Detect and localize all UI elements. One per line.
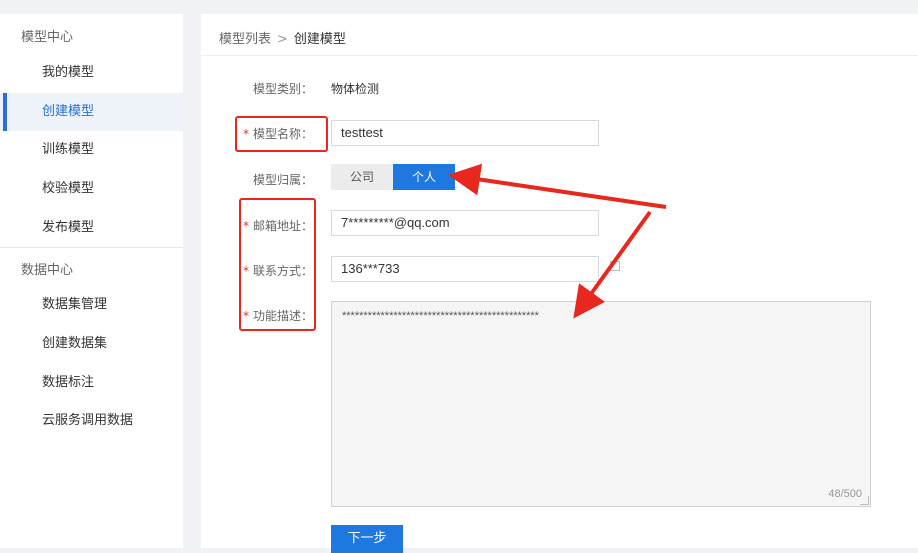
- contact-input[interactable]: 136***733: [331, 256, 599, 282]
- model-name-input[interactable]: testtest: [331, 120, 599, 146]
- model-type-label: 模型类别：: [252, 82, 313, 96]
- annotation-box-model-name: [235, 116, 328, 152]
- breadcrumb: 模型列表 > 创建模型: [219, 28, 346, 47]
- sidebar-item-publish-model[interactable]: 发布模型: [0, 209, 183, 247]
- header-divider: [201, 55, 918, 56]
- description-textarea[interactable]: ****************************************…: [331, 301, 871, 507]
- ownership-toggle: 公司 个人: [331, 164, 455, 190]
- breadcrumb-model-list[interactable]: 模型列表: [219, 32, 271, 47]
- sidebar-group-data-center: 数据中心: [21, 263, 74, 278]
- sidebar-item-cloud-call-data[interactable]: 云服务调用数据: [0, 402, 183, 440]
- ownership-option-company[interactable]: 公司: [331, 164, 393, 190]
- sidebar-group-model-center: 模型中心: [21, 30, 74, 45]
- next-step-button[interactable]: 下一步: [331, 525, 403, 553]
- sidebar-item-data-annotation[interactable]: 数据标注: [0, 364, 183, 402]
- sidebar-item-train-model[interactable]: 训练模型: [0, 131, 183, 169]
- breadcrumb-current: 创建模型: [293, 32, 346, 47]
- contact-checkbox[interactable]: [610, 261, 620, 271]
- description-text: ****************************************…: [342, 310, 539, 322]
- breadcrumb-separator: >: [277, 32, 288, 47]
- sidebar-item-validate-model[interactable]: 校验模型: [0, 170, 183, 208]
- sidebar-item-my-models[interactable]: 我的模型: [0, 54, 183, 92]
- model-type-value: 物体检测: [331, 82, 380, 96]
- sidebar: 模型中心 我的模型 创建模型 训练模型 校验模型 发布模型 数据中心 数据集管理…: [0, 14, 183, 548]
- annotation-box-required-fields: [239, 198, 316, 331]
- ownership-label: 模型归属：: [252, 173, 313, 187]
- sidebar-divider: [0, 247, 183, 248]
- sidebar-item-create-model[interactable]: 创建模型: [0, 93, 183, 131]
- sidebar-item-dataset-manage[interactable]: 数据集管理: [0, 286, 183, 324]
- char-counter: 48/500: [828, 488, 862, 500]
- ownership-option-personal[interactable]: 个人: [393, 164, 455, 190]
- resize-handle-icon[interactable]: [860, 496, 869, 505]
- email-input[interactable]: 7*********@qq.com: [331, 210, 599, 236]
- sidebar-item-create-dataset[interactable]: 创建数据集: [0, 325, 183, 363]
